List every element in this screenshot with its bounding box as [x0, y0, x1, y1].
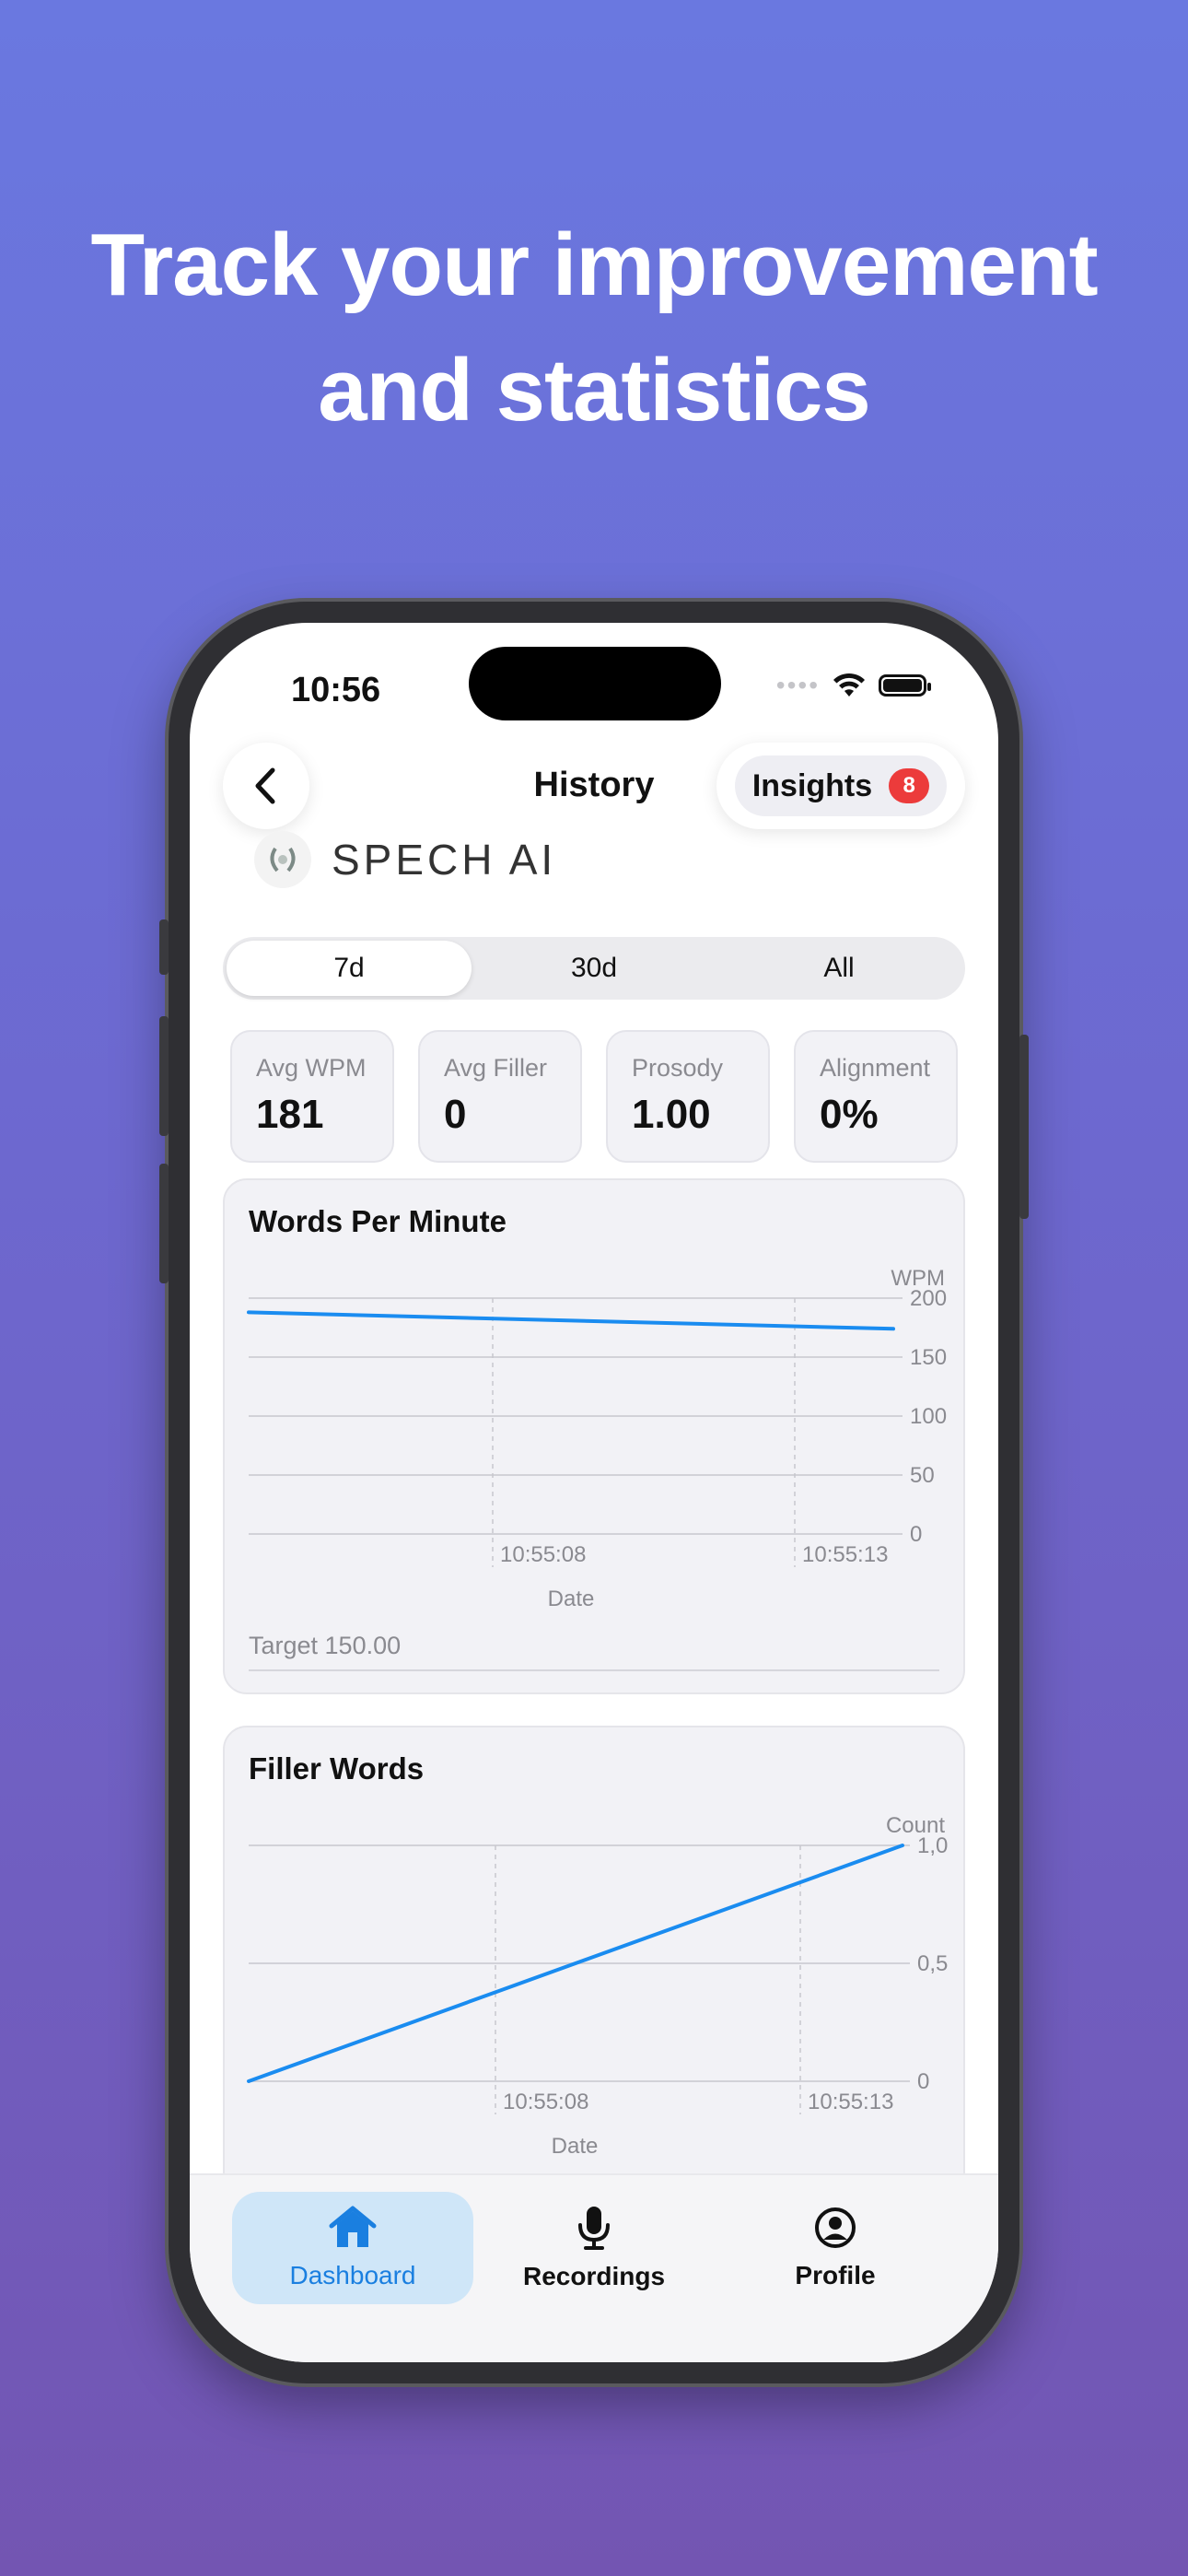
stats-row: Avg WPM 181 Avg Filler 0 Prosody 1.00 Al… [230, 1030, 958, 1163]
insights-count-badge: 8 [889, 768, 930, 803]
stat-value: 0% [820, 1092, 879, 1137]
tab-dashboard-label: Dashboard [289, 2261, 416, 2289]
stat-card-avg-filler: Avg Filler 0 [418, 1030, 582, 1163]
stat-label: Avg Filler [444, 1054, 548, 1082]
insights-button-container: Insights 8 [716, 743, 965, 829]
range-option-all[interactable]: All [716, 941, 961, 996]
x-tick-label: 10:55:13 [808, 2090, 893, 2114]
cellular-signal-icon: •••• [775, 671, 820, 699]
stat-label: Prosody [632, 1054, 724, 1082]
y-tick-label: 0,5 [917, 1951, 948, 1976]
status-icons: •••• [775, 671, 931, 700]
brand-name: SPECH AI [332, 836, 557, 884]
range-option-30d[interactable]: 30d [472, 941, 716, 996]
y-tick-label: 100 [910, 1404, 947, 1429]
dynamic-island [469, 647, 721, 720]
wpm-target-label: Target 150.00 [249, 1632, 402, 1659]
insights-button[interactable]: Insights 8 [735, 755, 947, 816]
insights-label: Insights [751, 767, 873, 803]
filler-chart-card: Filler Words Count 0 0,5 1,0 10:55:08 10:55:1… [223, 1726, 965, 2223]
tab-recordings[interactable]: Recordings [473, 2192, 715, 2304]
volume-down-button [159, 1164, 169, 1283]
y-tick-label: 1,0 [917, 1833, 948, 1858]
power-button [1019, 1035, 1029, 1219]
battery-icon [879, 674, 931, 697]
microphone-icon [578, 2207, 610, 2250]
target-divider [249, 1669, 939, 1671]
y-tick-label: 150 [910, 1345, 947, 1370]
tab-profile-label: Profile [795, 2261, 876, 2289]
stat-card-prosody: Prosody 1.00 [606, 1030, 770, 1163]
x-axis-title: Date [548, 1587, 595, 1611]
filler-chart: Count00,51,010:55:08 10:55:13Date [247, 1813, 948, 2159]
headline: Track your improvement and statistics [0, 203, 1188, 453]
stat-value: 0 [444, 1092, 467, 1137]
action-button [159, 919, 169, 975]
y-tick-label: 200 [910, 1286, 947, 1311]
wpm-chart: WPM05010015020010:55:08 10:55:13Date [247, 1266, 947, 1611]
tab-dashboard[interactable]: Dashboard [232, 2192, 473, 2304]
range-selector: 7d 30d All [223, 937, 965, 1000]
stat-card-alignment: Alignment 0% [794, 1030, 958, 1163]
laurel-logo-icon [254, 831, 311, 888]
headline-line-2: and statistics [318, 341, 871, 439]
tab-recordings-label: Recordings [522, 2262, 666, 2290]
tab-bar: Dashboard Recordings Profile [190, 2173, 998, 2362]
wpm-chart-card: Words Per Minute WPM 0 50 100 150 200 10:55:08… [223, 1178, 965, 1694]
status-time: 10:56 [291, 671, 381, 709]
y-tick-label: 0 [910, 1522, 922, 1547]
x-tick-label: 10:55:13 [802, 1542, 888, 1567]
brand-header: SPECH AI [254, 831, 556, 888]
stat-label: Alignment [820, 1054, 931, 1082]
wifi-icon [833, 673, 865, 697]
stat-value: 181 [256, 1092, 324, 1137]
x-tick-label: 10:55:08 [503, 2090, 588, 2114]
x-tick-label: 10:55:08 [500, 1542, 586, 1567]
stat-label: Avg WPM [256, 1054, 367, 1082]
phone-frame: 10:56 •••• History Insights 8 SPECH AI 7… [159, 602, 1029, 2383]
y-tick-label: 50 [910, 1463, 935, 1488]
range-option-7d[interactable]: 7d [227, 941, 472, 996]
house-icon [329, 2206, 377, 2247]
stat-card-avg-wpm: Avg WPM 181 [230, 1030, 394, 1163]
y-tick-label: 0 [917, 2069, 929, 2094]
app-screen: 10:56 •••• History Insights 8 SPECH AI 7… [190, 623, 998, 2362]
stat-value: 1.00 [632, 1092, 711, 1137]
series-line [247, 1310, 895, 1331]
profile-icon [815, 2207, 856, 2248]
volume-up-button [159, 1016, 169, 1136]
x-axis-title: Date [552, 2134, 599, 2159]
tab-profile[interactable]: Profile [715, 2192, 956, 2304]
headline-line-1: Track your improvement [90, 216, 1098, 314]
